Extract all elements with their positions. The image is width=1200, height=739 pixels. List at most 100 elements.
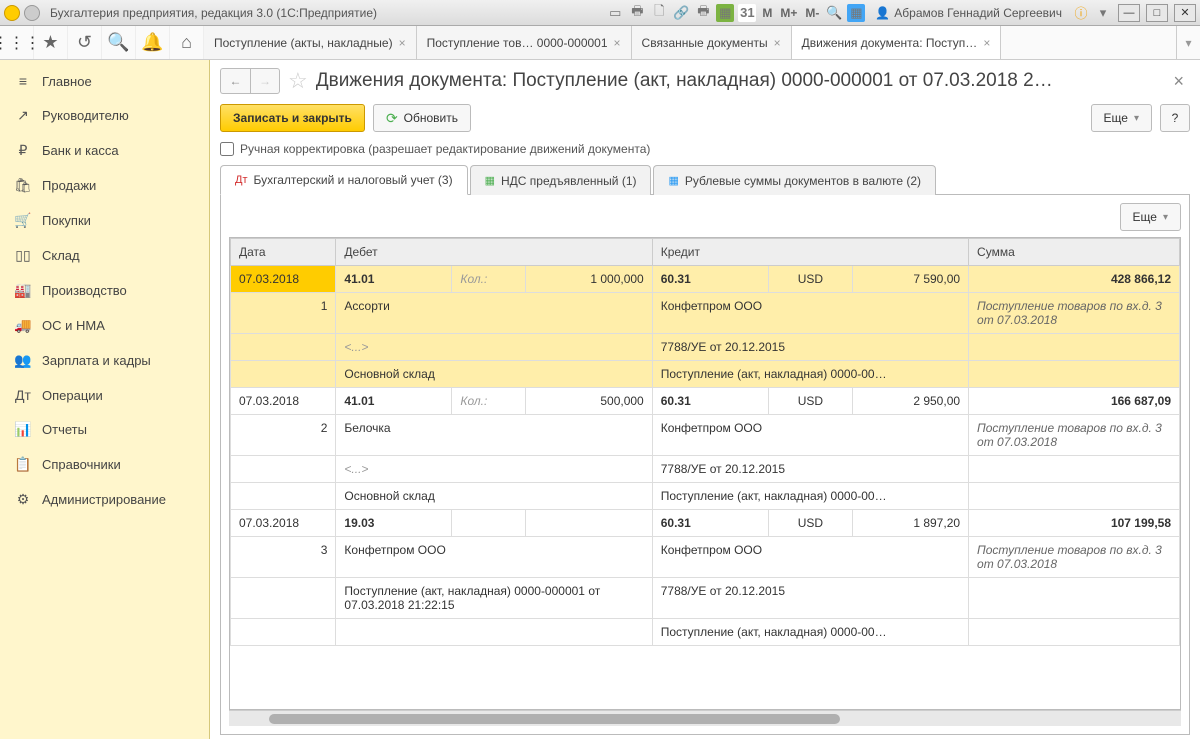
cell-empty <box>969 361 1180 388</box>
cell-empty <box>969 578 1180 619</box>
col-debit[interactable]: Дебет <box>336 239 652 266</box>
col-sum[interactable]: Сумма <box>969 239 1180 266</box>
sidebar-item-5[interactable]: ▯▯Склад <box>0 238 209 273</box>
tab-label: Связанные документы <box>642 36 768 50</box>
sidebar-item-6[interactable]: 🏭Производство <box>0 273 209 308</box>
cell-credit-analytic: Поступление (акт, накладная) 0000-00… <box>652 619 968 646</box>
sidebar-item-10[interactable]: 📊Отчеты <box>0 412 209 447</box>
calc-icon[interactable]: ▦ <box>716 4 734 22</box>
cell-credit-amount: 7 590,00 <box>853 266 969 293</box>
sidebar-item-7[interactable]: 🚚ОС и НМА <box>0 308 209 343</box>
table-row[interactable]: 07.03.201819.0360.31USD1 897,20107 199,5… <box>231 510 1180 537</box>
table-row[interactable]: 07.03.201841.01Кол.:1 000,00060.31USD7 5… <box>231 266 1180 293</box>
nav-forward-button[interactable]: → <box>250 68 280 94</box>
table-row[interactable]: <...>7788/УЕ от 20.12.2015 <box>231 334 1180 361</box>
apps-grid-icon[interactable]: ⋮⋮⋮ <box>0 26 34 59</box>
close-icon[interactable]: × <box>614 36 621 50</box>
col-date[interactable]: Дата <box>231 239 336 266</box>
tab-receipt-doc[interactable]: Поступление тов… 0000-000001 × <box>417 26 632 59</box>
close-icon[interactable]: × <box>983 36 990 50</box>
cell-sum: 166 687,09 <box>969 388 1180 415</box>
sidebar-item-1[interactable]: ↗Руководителю <box>0 98 209 133</box>
sidebar-item-11[interactable]: 📋Справочники <box>0 447 209 482</box>
info-icon[interactable]: ⓘ <box>1072 4 1090 22</box>
close-window-button[interactable]: ✕ <box>1174 4 1196 22</box>
doc-icon[interactable]: 🗋 <box>650 4 668 22</box>
more-button[interactable]: Еще <box>1091 104 1152 132</box>
print2-icon[interactable]: 🖶 <box>694 4 712 22</box>
sheet-icon[interactable]: ▦ <box>847 4 865 22</box>
sidebar-item-label: Банк и касса <box>42 143 119 158</box>
sidebar-item-12[interactable]: ⚙Администрирование <box>0 482 209 517</box>
table-row[interactable]: Основной складПоступление (акт, накладна… <box>231 483 1180 510</box>
current-user[interactable]: 👤 Абрамов Геннадий Сергеевич <box>869 6 1068 20</box>
table-row[interactable]: Основной складПоступление (акт, накладна… <box>231 361 1180 388</box>
cell-empty <box>969 483 1180 510</box>
cell-date: 07.03.2018 <box>231 388 336 415</box>
cell-debit-account: 41.01 <box>336 266 452 293</box>
table-row[interactable]: 1АссортиКонфетпром ОООПоступление товаро… <box>231 293 1180 334</box>
memory-m[interactable]: M <box>760 6 774 20</box>
sidebar-item-8[interactable]: 👥Зарплата и кадры <box>0 343 209 378</box>
register-tab-0[interactable]: ДтБухгалтерский и налоговый учет (3) <box>220 165 468 195</box>
tab-receipts-list[interactable]: Поступление (акты, накладные) × <box>204 26 417 59</box>
register-tab-2[interactable]: ▦Рублевые суммы документов в валюте (2) <box>653 165 936 195</box>
postings-table-wrap[interactable]: Дата Дебет Кредит Сумма 07.03.201841.01К… <box>229 237 1181 710</box>
search-global-icon[interactable]: 🔍 <box>102 26 136 59</box>
print-icon[interactable]: 🖶 <box>628 4 646 22</box>
table-row[interactable]: 2БелочкаКонфетпром ОООПоступление товаро… <box>231 415 1180 456</box>
nav-back-button[interactable]: ← <box>220 68 250 94</box>
memory-mminus[interactable]: M- <box>803 6 821 20</box>
tabs-overflow-icon[interactable]: ▾ <box>1176 26 1200 59</box>
dropdown-icon[interactable]: ▾ <box>1094 4 1112 22</box>
table-row[interactable]: 07.03.201841.01Кол.:500,00060.31USD2 950… <box>231 388 1180 415</box>
save-close-button[interactable]: Записать и закрыть <box>220 104 365 132</box>
table-row[interactable]: <...>7788/УЕ от 20.12.2015 <box>231 456 1180 483</box>
table-row[interactable]: Поступление (акт, накладная) 0000-00… <box>231 619 1180 646</box>
manual-correction-label: Ручная корректировка (разрешает редактир… <box>240 142 650 156</box>
main-content: ← → ☆ Движения документа: Поступление (а… <box>210 60 1200 739</box>
favorite-star-icon[interactable]: ★ <box>34 26 68 59</box>
close-icon[interactable]: × <box>774 36 781 50</box>
zoom-icon[interactable]: 🔍 <box>825 4 843 22</box>
sidebar-item-2[interactable]: ₽Банк и касса <box>0 133 209 168</box>
close-page-button[interactable]: × <box>1167 71 1190 92</box>
sidebar-item-label: Склад <box>42 248 80 263</box>
register-tab-1[interactable]: ▦НДС предъявленный (1) <box>470 165 652 195</box>
cell-sum: 428 866,12 <box>969 266 1180 293</box>
maximize-button[interactable]: □ <box>1146 4 1168 22</box>
table-row[interactable]: 3Конфетпром ОООКонфетпром ОООПоступление… <box>231 537 1180 578</box>
memory-mplus[interactable]: M+ <box>778 6 799 20</box>
col-credit[interactable]: Кредит <box>652 239 968 266</box>
tab-icon: Дт <box>235 174 248 186</box>
table-more-button[interactable]: Еще <box>1120 203 1181 231</box>
table-row[interactable]: Поступление (акт, накладная) 0000-000001… <box>231 578 1180 619</box>
notifications-icon[interactable]: 🔔 <box>136 26 170 59</box>
close-icon[interactable]: × <box>399 36 406 50</box>
app-menu-icon[interactable] <box>24 5 40 21</box>
tab-movements[interactable]: Движения документа: Поступ… × <box>792 26 1002 59</box>
toolbar-icon[interactable]: ▭ <box>606 4 624 22</box>
horizontal-scrollbar[interactable] <box>229 710 1181 726</box>
sidebar-item-9[interactable]: ДтОперации <box>0 378 209 412</box>
sidebar-item-4[interactable]: 🛒Покупки <box>0 203 209 238</box>
home-icon[interactable]: ⌂ <box>170 26 204 59</box>
cell-debit-analytic: Основной склад <box>336 483 652 510</box>
history-icon[interactable]: ↺ <box>68 26 102 59</box>
manual-correction-checkbox[interactable] <box>220 142 234 156</box>
cell-empty <box>231 619 336 646</box>
cell-currency: USD <box>768 510 852 537</box>
refresh-button[interactable]: ⟳ Обновить <box>373 104 471 132</box>
register-tab-body: Еще Дата Дебет Кредит Сумма 07.03.201841… <box>220 195 1190 735</box>
link-icon[interactable]: 🔗 <box>672 4 690 22</box>
tab-label: Поступление тов… 0000-000001 <box>427 36 608 50</box>
minimize-button[interactable]: — <box>1118 4 1140 22</box>
favorite-toggle-icon[interactable]: ☆ <box>288 68 308 94</box>
cell-credit-analytic: Конфетпром ООО <box>652 537 968 578</box>
help-button[interactable]: ? <box>1160 104 1190 132</box>
sidebar-item-3[interactable]: 🛍Продажи <box>0 168 209 203</box>
tab-related-docs[interactable]: Связанные документы × <box>632 26 792 59</box>
calendar-icon[interactable]: 31 <box>738 4 756 22</box>
sidebar-item-0[interactable]: ≡Главное <box>0 64 209 98</box>
cell-credit-analytic: Поступление (акт, накладная) 0000-00… <box>652 483 968 510</box>
